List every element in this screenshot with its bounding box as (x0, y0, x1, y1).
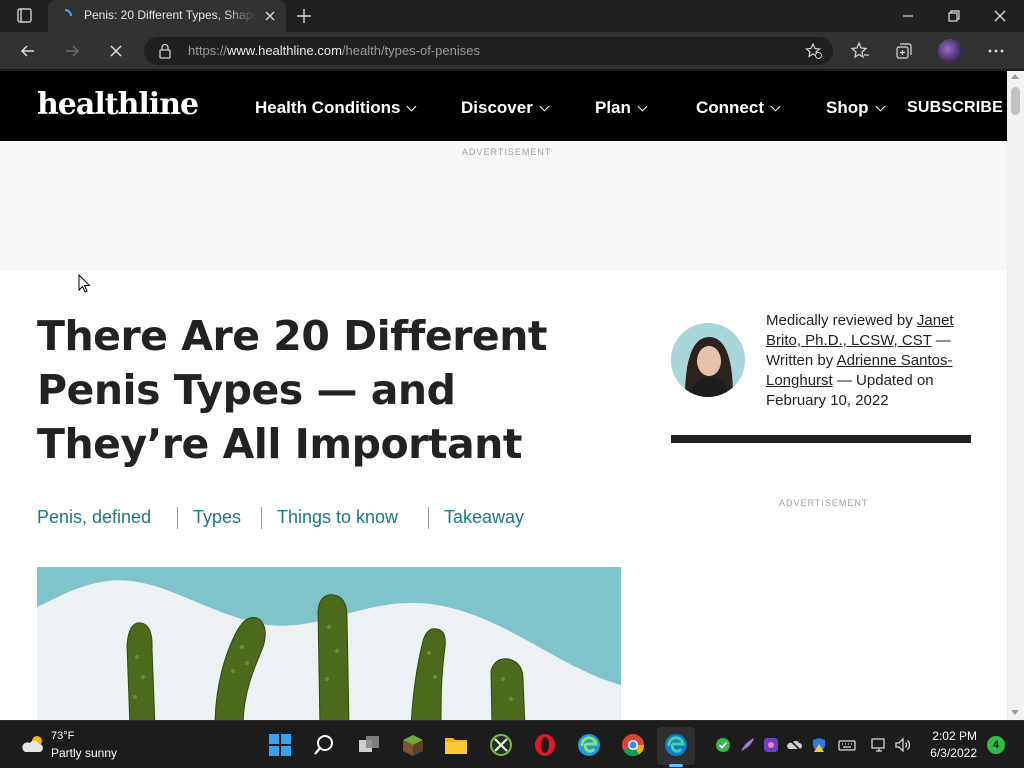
chevron-down-icon (770, 101, 781, 112)
url-prefix: https:// (188, 43, 228, 58)
close-window-icon[interactable] (990, 6, 1010, 26)
byline-divider (671, 435, 971, 443)
toc-divider (428, 507, 429, 529)
favorites-icon[interactable] (850, 41, 870, 61)
windows-start-icon[interactable] (267, 732, 293, 758)
notification-badge[interactable]: 4 (987, 736, 1005, 754)
cloud-offline-icon[interactable] (786, 736, 804, 754)
opera-icon[interactable] (532, 732, 558, 758)
site-header: healthline Health Conditions Discover Pl… (0, 71, 1007, 141)
chevron-down-icon (875, 101, 885, 112)
collections-icon[interactable] (894, 41, 914, 61)
toc-divider (177, 507, 178, 529)
close-tab-icon[interactable] (262, 8, 278, 24)
browser-tab-active[interactable]: Penis: 20 Different Types, Shapes (48, 0, 286, 32)
toc-link-takeaway[interactable]: Takeaway (444, 507, 524, 528)
file-explorer-icon[interactable] (443, 732, 469, 758)
stop-loading-icon[interactable] (106, 41, 126, 61)
toc-link-things-to-know[interactable]: Things to know (277, 507, 398, 528)
profile-avatar[interactable] (938, 39, 962, 63)
forward-arrow-icon[interactable] (62, 41, 82, 61)
nav-connect[interactable]: Connect (696, 98, 781, 118)
article-byline: Medically reviewed by Janet Brito, Ph.D.… (766, 311, 978, 411)
network-icon[interactable] (870, 736, 888, 754)
browser-tab-bar: Penis: 20 Different Types, Shapes (0, 0, 1024, 32)
purple-app-tray-icon[interactable] (762, 736, 780, 754)
volume-icon[interactable] (894, 736, 912, 754)
subscribe-link[interactable]: SUBSCRIBE (907, 99, 1003, 117)
healthline-logo[interactable]: healthline (37, 87, 199, 122)
reviewer-photo (671, 323, 745, 397)
browser-toolbar: https://www.healthline.com/health/types-… (0, 32, 1024, 70)
nav-label: Plan (595, 98, 631, 117)
reviewed-by-text: Medically reviewed by (766, 312, 913, 329)
chrome-icon[interactable] (620, 732, 646, 758)
page-viewport: healthline Health Conditions Discover Pl… (0, 71, 1024, 720)
hero-image (37, 567, 621, 720)
minecraft-icon[interactable] (400, 732, 426, 758)
weather-temperature[interactable]: 73°F (51, 730, 74, 742)
weather-description[interactable]: Partly sunny (51, 746, 117, 760)
task-view-icon[interactable] (356, 732, 382, 758)
back-arrow-icon[interactable] (18, 41, 38, 61)
updated-text: — Updated on (836, 372, 934, 389)
nav-label: Connect (696, 98, 764, 117)
cucumbers-illustration (37, 567, 621, 720)
nav-shop[interactable]: Shop (826, 98, 885, 118)
scroll-down-icon[interactable] (1011, 710, 1019, 715)
clock-time[interactable]: 2:02 PM (929, 729, 977, 743)
nav-label: Health Conditions (255, 98, 401, 117)
reviewer-portrait-icon (671, 323, 745, 397)
chevron-down-icon (407, 101, 417, 112)
xbox-icon[interactable] (488, 732, 514, 758)
feather-pen-icon[interactable] (738, 736, 756, 754)
scroll-up-icon[interactable] (1011, 74, 1019, 79)
edge-icon[interactable] (663, 732, 689, 758)
minimize-icon[interactable] (898, 6, 918, 26)
chevron-down-icon (539, 101, 550, 112)
edge-beta-icon[interactable] (576, 732, 602, 758)
partly-sunny-icon[interactable] (20, 733, 46, 755)
security-check-icon[interactable] (714, 736, 732, 754)
page-scrollbar[interactable] (1007, 71, 1024, 720)
top-ad-slot[interactable]: ADVERTISEMENT (0, 141, 1007, 271)
nav-label: Shop (826, 98, 869, 117)
tab-actions-icon[interactable] (10, 6, 38, 26)
tab-title: Penis: 20 Different Types, Shapes (84, 8, 256, 22)
mouse-cursor-icon (78, 274, 91, 293)
restore-icon[interactable] (944, 6, 964, 26)
shield-warning-icon[interactable] (810, 736, 828, 754)
edge-running-indicator (669, 764, 683, 767)
more-options-icon[interactable] (986, 41, 1006, 61)
url-host: www.healthline.com (227, 43, 342, 58)
advertisement-label: ADVERTISEMENT (462, 147, 552, 157)
nav-label: Discover (461, 98, 533, 117)
toc-link-types[interactable]: Types (193, 507, 241, 528)
article-headline: There Are 20 Different Penis Types — and… (37, 312, 548, 468)
nav-plan[interactable]: Plan (595, 98, 648, 118)
chevron-down-icon (637, 101, 648, 112)
loading-favicon-icon (64, 9, 72, 17)
add-favorite-icon[interactable] (805, 42, 823, 60)
url-path: /health/types-of-penises (341, 43, 480, 58)
sidebar-advertisement-label: ADVERTISEMENT (779, 498, 869, 508)
windows-taskbar: 73°F Partly sunny 2:02 PM 6/3/2022 4 (0, 720, 1024, 768)
lock-icon[interactable] (158, 43, 172, 59)
clock-date[interactable]: 6/3/2022 (921, 746, 977, 760)
scroll-thumb[interactable] (1011, 87, 1020, 115)
keyboard-icon[interactable] (838, 736, 856, 754)
updated-date: February 10, 2022 (766, 392, 889, 409)
url-text[interactable]: https://www.healthline.com/health/types-… (188, 43, 480, 58)
nav-discover[interactable]: Discover (461, 98, 550, 118)
new-tab-icon[interactable] (295, 7, 313, 25)
toc-divider (261, 507, 262, 529)
search-icon[interactable] (311, 732, 337, 758)
toc-link-penis-defined[interactable]: Penis, defined (37, 507, 151, 528)
nav-health-conditions[interactable]: Health Conditions (255, 98, 417, 118)
address-bar[interactable]: https://www.healthline.com/health/types-… (144, 37, 833, 65)
